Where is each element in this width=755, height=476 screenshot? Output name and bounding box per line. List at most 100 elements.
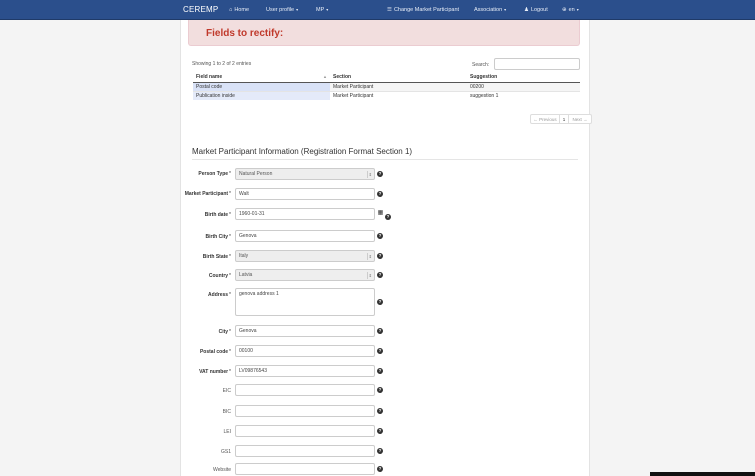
address-textarea[interactable]: genova address 1 — [235, 288, 375, 316]
nav-mp-label: MP — [316, 7, 325, 13]
question-circle-icon[interactable]: ? — [377, 171, 383, 177]
section-title: Market Participant Information (Registra… — [192, 147, 413, 156]
select-arrows-icon: ⇕ — [366, 253, 372, 260]
top-navbar: CEREMP ⌂ Home User profile ▾ MP ▾ ☰ Change M… — [0, 0, 755, 20]
question-circle-icon[interactable]: ? — [377, 348, 383, 354]
pager-page-1[interactable]: 1 — [560, 114, 569, 124]
globe-icon: ⊕ — [562, 7, 567, 13]
label-text: VAT number — [199, 369, 229, 375]
column-header-section[interactable]: Section — [330, 73, 467, 83]
question-circle-icon[interactable]: ? — [385, 214, 391, 220]
column-header-label: Field name — [196, 74, 223, 81]
nav-mp[interactable]: MP ▾ — [316, 7, 328, 13]
home-icon: ⌂ — [229, 7, 233, 13]
nav-association[interactable]: Association ▾ — [474, 7, 506, 13]
nav-association-label: Association — [474, 7, 503, 13]
label-text: Postal code — [199, 349, 229, 355]
required-mark: * — [229, 369, 231, 375]
question-circle-icon[interactable]: ? — [377, 233, 383, 239]
nav-language[interactable]: ⊕ en ▾ — [562, 7, 579, 13]
country-select[interactable]: Latvia ⇕ — [235, 269, 375, 281]
bic-field[interactable] — [235, 405, 375, 417]
address-label: Address* — [208, 292, 231, 298]
question-circle-icon[interactable]: ? — [377, 408, 383, 414]
search-label: Search: — [472, 62, 490, 68]
column-header-suggestion[interactable]: Suggestion — [467, 73, 580, 83]
table-cell: 00200 — [467, 81, 580, 91]
sort-icon: ▲ — [323, 74, 327, 80]
nav-change-mp[interactable]: ☰ Change Market Participant — [387, 7, 459, 13]
label-text: Person Type — [198, 171, 229, 177]
brand-logo[interactable]: CEREMP — [183, 5, 218, 14]
market-participant-label: Market Participant* — [185, 191, 231, 197]
country-label: Country* — [209, 273, 231, 279]
question-circle-icon[interactable]: ? — [377, 387, 383, 393]
question-circle-icon[interactable]: ? — [377, 448, 383, 454]
pager-previous-button[interactable]: ← Previous — [530, 114, 560, 124]
pager-next-button[interactable]: Next → — [569, 114, 592, 124]
eic-field[interactable] — [235, 384, 375, 396]
rectify-title: Fields to rectify: — [206, 28, 284, 39]
required-mark: * — [229, 329, 231, 335]
person-type-select[interactable]: Natural Person ⇕ — [235, 168, 375, 180]
lei-field[interactable] — [235, 425, 375, 437]
user-icon: ♟ — [524, 7, 529, 13]
required-mark: * — [229, 254, 231, 260]
question-circle-icon[interactable]: ? — [377, 191, 383, 197]
select-arrows-icon: ⇕ — [366, 272, 372, 279]
label-text: Address — [208, 292, 229, 298]
chevron-down-icon: ▾ — [296, 7, 299, 12]
column-header-field-name[interactable]: Field name ▲ — [193, 73, 330, 83]
select-arrows-icon: ⇕ — [366, 171, 372, 178]
label-text: Birth State — [202, 254, 229, 260]
chevron-down-icon: ▾ — [576, 7, 579, 12]
select-value: Italy — [239, 253, 249, 259]
website-field[interactable] — [235, 463, 375, 475]
postal-code-field[interactable] — [235, 345, 375, 357]
table-cell: suggestion 1 — [467, 90, 580, 100]
nav-home-label: Home — [234, 7, 249, 13]
required-mark: * — [229, 191, 231, 197]
table-cell: Market Participant — [330, 81, 467, 91]
nav-user-profile[interactable]: User profile ▾ — [266, 7, 298, 13]
required-mark: * — [229, 273, 231, 279]
rectify-table: Field name ▲ Section Suggestion Postal co… — [193, 73, 580, 100]
vat-number-label: VAT number* — [199, 369, 231, 375]
required-mark: * — [229, 212, 231, 218]
nav-logout[interactable]: ♟ Logout — [524, 7, 548, 13]
question-circle-icon[interactable]: ? — [377, 428, 383, 434]
question-circle-icon[interactable]: ? — [377, 328, 383, 334]
city-field[interactable] — [235, 325, 375, 337]
eic-label: EIC — [222, 388, 231, 394]
person-type-label: Person Type* — [198, 171, 231, 177]
question-circle-icon[interactable]: ? — [377, 253, 383, 259]
city-label: City* — [219, 329, 231, 335]
table-row[interactable]: Publication inside Market Participant su… — [193, 90, 580, 100]
column-header-label: Section — [333, 74, 352, 81]
required-mark: * — [229, 171, 231, 177]
market-participant-field[interactable] — [235, 188, 375, 200]
label-text: Market Participant — [184, 191, 229, 197]
nav-logout-label: Logout — [530, 7, 548, 13]
column-header-label: Suggestion — [470, 74, 498, 81]
label-text: Birth City — [205, 234, 229, 240]
question-circle-icon[interactable]: ? — [377, 368, 383, 374]
question-circle-icon[interactable]: ? — [377, 272, 383, 278]
table-row[interactable]: Postal code Market Participant 00200 — [193, 81, 580, 91]
birth-date-field[interactable] — [235, 208, 375, 220]
birth-city-field[interactable] — [235, 230, 375, 242]
gs1-label: GS1 — [220, 449, 231, 455]
list-icon: ☰ — [387, 7, 392, 13]
vat-number-field[interactable] — [235, 365, 375, 377]
nav-home[interactable]: ⌂ Home — [229, 7, 249, 13]
calendar-icon[interactable]: ▦ — [376, 208, 385, 219]
gs1-field[interactable] — [235, 445, 375, 457]
question-circle-icon[interactable]: ? — [377, 466, 383, 472]
birth-date-label: Birth date* — [205, 212, 231, 218]
nav-change-mp-label: Change Market Participant — [393, 7, 460, 13]
postal-code-label: Postal code* — [200, 349, 231, 355]
question-circle-icon[interactable]: ? — [377, 299, 383, 305]
birth-state-select[interactable]: Italy ⇕ — [235, 250, 375, 262]
label-text: Country — [208, 273, 229, 279]
search-input[interactable] — [494, 58, 580, 70]
